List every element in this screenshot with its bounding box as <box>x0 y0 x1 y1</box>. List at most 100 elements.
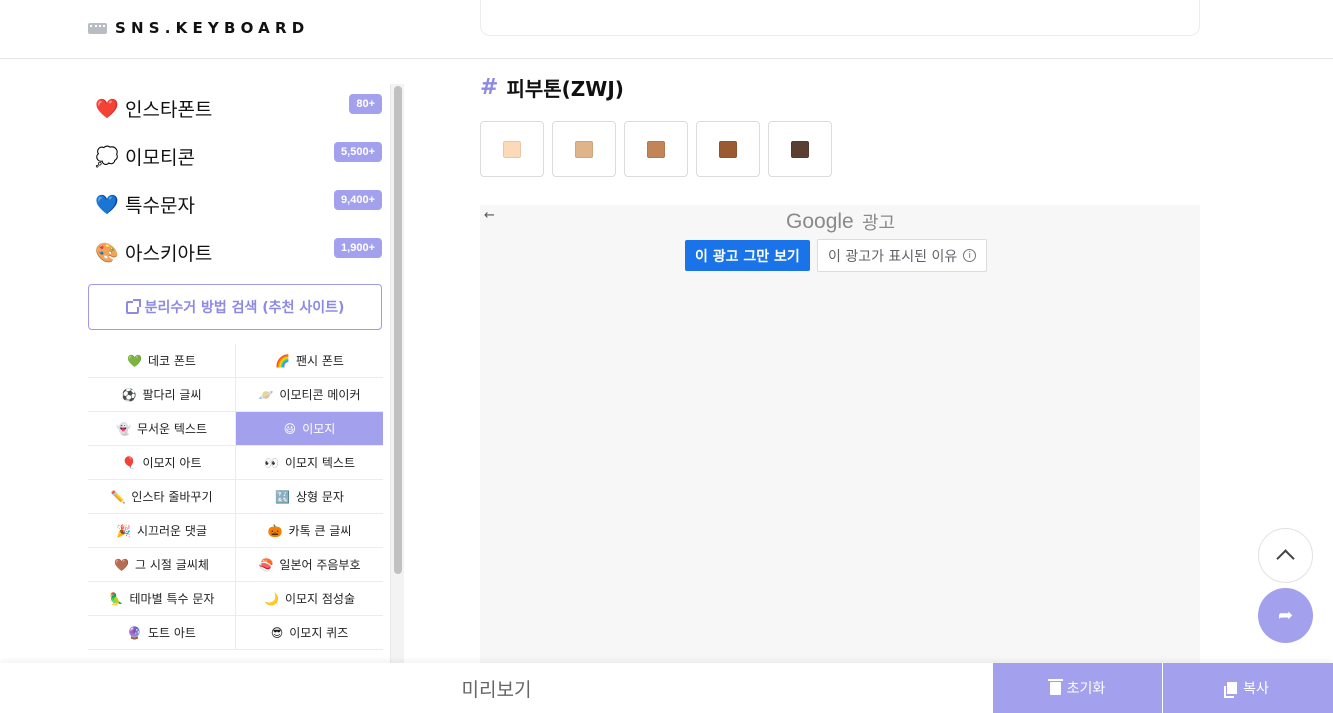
tool-link-icon: 🌙 <box>263 591 279 606</box>
skin-tone-button[interactable] <box>480 121 544 177</box>
preview-area[interactable]: 미리보기 <box>0 663 993 713</box>
share-icon: ➦ <box>1277 605 1294 626</box>
tool-link-icon: 🍣 <box>258 557 274 572</box>
skin-tone-swatch <box>503 140 521 158</box>
recommend-site-button[interactable]: 분리수거 방법 검색 (추천 사이트) <box>88 284 382 330</box>
skin-tone-swatch <box>791 140 809 158</box>
scroll-top-button[interactable] <box>1258 528 1313 583</box>
tool-link-icon: 👻 <box>115 421 131 436</box>
tool-link-label: 이모지 아트 <box>142 456 202 470</box>
tool-link[interactable]: 🎉 시끄러운 댓글 <box>88 514 236 548</box>
copy-label: 복사 <box>1243 681 1269 697</box>
tool-link[interactable]: 👻 무서운 텍스트 <box>88 412 236 446</box>
google-logo: Google <box>786 210 854 233</box>
tool-link-label: 그 시절 글씨체 <box>135 558 209 572</box>
tool-link[interactable]: 🦜 테마별 특수 문자 <box>88 582 236 616</box>
tool-link[interactable]: 🎈 이모지 아트 <box>88 446 236 480</box>
reset-label: 초기화 <box>1066 681 1106 697</box>
count-badge: 80+ <box>349 94 382 114</box>
recommend-site-label: 분리수거 방법 검색 (추천 사이트) <box>144 300 345 316</box>
tool-link-label: 도트 아트 <box>147 626 196 640</box>
category-item[interactable]: ❤️ 인스타폰트 80+ <box>88 84 390 132</box>
category-list: ❤️ 인스타폰트 80+ 💭 이모티콘 5,500+ 💙 특수문자 9,400+ 🎨 아스키아트 1,… <box>88 84 390 276</box>
copy-button[interactable]: 복사 <box>1163 663 1333 713</box>
category-item[interactable]: 🎨 아스키아트 1,900+ <box>88 228 390 276</box>
tool-link[interactable]: 💚 데코 폰트 <box>88 344 236 378</box>
skin-tone-button[interactable] <box>696 121 760 177</box>
tool-link[interactable]: 🪐 이모티콘 메이커 <box>236 378 383 412</box>
tool-link-label: 일본어 주음부호 <box>279 558 361 572</box>
info-icon: i <box>963 249 977 262</box>
scrollbar-thumb[interactable] <box>394 86 402 574</box>
skin-tone-button[interactable] <box>552 121 616 177</box>
external-link-icon <box>125 298 141 314</box>
skin-tone-button[interactable] <box>624 121 688 177</box>
tool-link-icon: 💚 <box>127 353 142 368</box>
tool-link[interactable]: 👀 이모지 텍스트 <box>236 446 383 480</box>
tool-link-label: 데코 폰트 <box>147 354 196 368</box>
skin-tone-swatch <box>575 140 593 158</box>
trash-icon <box>1047 678 1063 695</box>
tool-link-label: 상형 문자 <box>295 490 344 504</box>
stop-ad-button[interactable]: 이 광고 그만 보기 <box>685 240 810 271</box>
tool-link-icon: 🔣 <box>275 489 290 504</box>
category-label: 이모티콘 <box>125 146 195 169</box>
section-title: 피부톤(ZWJ) <box>506 77 624 101</box>
tool-link[interactable]: 🔣 상형 문자 <box>236 480 383 514</box>
tool-link-icon: ✏️ <box>110 489 126 504</box>
tool-link-icon: 😎 <box>270 625 284 640</box>
tool-link-icon: 🤎 <box>114 557 130 572</box>
tool-link-icon: 😃 <box>283 421 297 436</box>
back-arrow-icon[interactable]: ← <box>484 208 495 223</box>
tool-link[interactable]: 🎃 카톡 큰 글씨 <box>236 514 383 548</box>
tool-link[interactable]: ⚽ 팔다리 글씨 <box>88 378 236 412</box>
top-header: SNS.KEYBOARD <box>0 0 1333 59</box>
tool-link-icon: 🌈 <box>275 353 290 368</box>
category-item[interactable]: 💭 이모티콘 5,500+ <box>88 132 390 180</box>
top-card <box>480 0 1200 36</box>
section-heading: # 피부톤(ZWJ) <box>480 73 624 102</box>
tool-link-label: 팬시 폰트 <box>295 354 344 368</box>
chevron-up-icon <box>1276 549 1295 568</box>
count-badge: 1,900+ <box>334 238 382 258</box>
tool-link[interactable]: 🔮 도트 아트 <box>88 616 236 650</box>
skin-tone-button[interactable] <box>768 121 832 177</box>
category-label: 아스키아트 <box>125 242 213 265</box>
category-emoji-icon: 🎨 <box>95 241 119 264</box>
tool-link[interactable]: 😃 이모지 <box>236 412 383 446</box>
tool-link-label: 이모티콘 메이커 <box>279 388 361 402</box>
sidebar: ❤️ 인스타폰트 80+ 💭 이모티콘 5,500+ 💙 특수문자 9,400+ 🎨 아스키아트 1,… <box>88 84 390 664</box>
skin-tone-list <box>480 121 832 177</box>
category-emoji-icon: 💙 <box>95 193 119 216</box>
ad-label: 광고 <box>862 213 896 234</box>
category-emoji-icon: ❤️ <box>95 97 119 120</box>
tool-link-label: 이모지 퀴즈 <box>289 626 349 640</box>
category-item[interactable]: 💙 특수문자 9,400+ <box>88 180 390 228</box>
tool-link-icon: ⚽ <box>121 387 137 402</box>
category-emoji-icon: 💭 <box>95 145 119 168</box>
ad-frame: ← Google 광고 이 광고 그만 보기 이 광고가 표시된 이유 i <box>480 205 1200 675</box>
tool-link[interactable]: 🌈 팬시 폰트 <box>236 344 383 378</box>
tool-link[interactable]: 🤎 그 시절 글씨체 <box>88 548 236 582</box>
tool-link[interactable]: 😎 이모지 퀴즈 <box>236 616 383 650</box>
tool-link-grid: 💚 데코 폰트 🌈 팬시 폰트 ⚽ 팔다리 글씨 🪐 이모티콘 메이커 👻 무서운 텍스트 😃 이모지… <box>88 344 383 650</box>
tool-link[interactable]: 🍣 일본어 주음부호 <box>236 548 383 582</box>
tool-link-icon: 🎃 <box>267 523 283 538</box>
why-this-ad-label: 이 광고가 표시된 이유 <box>828 248 958 265</box>
skin-tone-swatch <box>647 140 665 158</box>
count-badge: 5,500+ <box>334 142 382 162</box>
tool-link[interactable]: 🌙 이모지 점성술 <box>236 582 383 616</box>
sidebar-scrollbar[interactable] <box>390 84 404 664</box>
tool-link-label: 테마별 특수 문자 <box>129 592 215 606</box>
bottom-bar: 미리보기 초기화 복사 <box>0 663 1333 713</box>
reset-button[interactable]: 초기화 <box>993 663 1162 713</box>
tool-link-icon: 👀 <box>263 455 279 470</box>
tool-link-label: 이모지 점성술 <box>284 592 355 606</box>
tool-link-label: 인스타 줄바꾸기 <box>131 490 213 504</box>
tool-link[interactable]: ✏️ 인스타 줄바꾸기 <box>88 480 236 514</box>
why-this-ad-button[interactable]: 이 광고가 표시된 이유 i <box>817 239 988 272</box>
share-button[interactable]: ➦ <box>1258 588 1313 643</box>
site-logo[interactable]: SNS.KEYBOARD <box>88 19 309 37</box>
tool-link-label: 무서운 텍스트 <box>136 422 207 436</box>
tool-link-label: 팔다리 글씨 <box>142 388 202 402</box>
